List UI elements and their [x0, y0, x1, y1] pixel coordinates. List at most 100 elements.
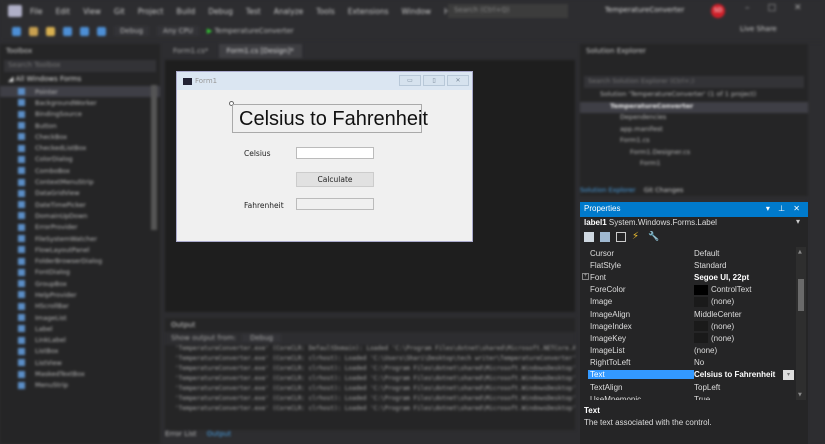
toolbox-scrollbar[interactable]: [151, 85, 157, 230]
scroll-down-icon[interactable]: ▼: [798, 392, 802, 398]
toolbox-item[interactable]: DomainUpDown: [0, 210, 160, 221]
tree-form1-class[interactable]: Form1: [580, 159, 808, 171]
property-row[interactable]: ImageKey(none): [580, 332, 796, 344]
property-row[interactable]: TextCelsius to Fahrenheit▾: [580, 369, 796, 381]
property-value[interactable]: MiddleCenter: [694, 310, 742, 319]
toolbox-item[interactable]: MaskedTextBox: [0, 368, 160, 379]
toolbox-item[interactable]: CheckBox: [0, 131, 160, 142]
toolbox-item[interactable]: ListView: [0, 357, 160, 368]
panel-controls[interactable]: ▾ ⊥ ✕: [766, 204, 803, 213]
property-row[interactable]: +FontSegoe UI, 22pt: [580, 271, 796, 283]
tab-form1-design[interactable]: Form1.cs [Design]*: [219, 44, 302, 58]
property-row[interactable]: ImageList(none): [580, 345, 796, 357]
menu-build[interactable]: Build: [176, 7, 195, 16]
close-button[interactable]: ✕: [447, 75, 469, 86]
property-pages-icon[interactable]: [616, 232, 626, 242]
maximize-button[interactable]: ▯: [423, 75, 445, 86]
property-value[interactable]: True: [694, 395, 710, 400]
property-row[interactable]: Image(none): [580, 296, 796, 308]
tab-git-changes[interactable]: Git Changes: [644, 186, 684, 194]
property-row[interactable]: CursorDefault: [580, 247, 796, 259]
toolbox-item[interactable]: ErrorProvider: [0, 222, 160, 233]
fahrenheit-output[interactable]: [296, 198, 374, 210]
menu-test[interactable]: Test: [246, 7, 261, 16]
property-value[interactable]: No: [694, 358, 704, 367]
toolbox-item[interactable]: CheckedListBox: [0, 142, 160, 153]
toolbox-group[interactable]: ◢ All Windows Forms: [0, 74, 160, 86]
alphabetical-icon[interactable]: [600, 232, 610, 242]
configuration-dropdown[interactable]: Debug: [114, 26, 149, 36]
tree-solution[interactable]: Solution 'TemperatureConverter' (1 of 1 …: [580, 90, 808, 102]
avatar[interactable]: SD: [711, 4, 725, 18]
run-button[interactable]: ▶ TemperatureConverter: [207, 27, 294, 35]
back-icon[interactable]: [12, 27, 21, 36]
menu-analyze[interactable]: Analyze: [274, 7, 304, 16]
events-lightning-icon[interactable]: ⚡: [632, 232, 642, 242]
new-project-icon[interactable]: [29, 27, 38, 36]
toolbox-item[interactable]: LinkLabel: [0, 335, 160, 346]
toolbox-item[interactable]: Pointer: [0, 86, 160, 97]
save-all-icon[interactable]: [80, 27, 89, 36]
property-row[interactable]: RightToLeftNo: [580, 357, 796, 369]
toolbox-item[interactable]: Button: [0, 120, 160, 131]
tab-form1-cs[interactable]: Form1.cs*: [165, 44, 216, 58]
menu-file[interactable]: File: [30, 7, 43, 16]
minimize-button[interactable]: ▭: [399, 75, 421, 86]
dropdown-arrow-icon[interactable]: ▾: [783, 370, 794, 380]
tab-output[interactable]: Output: [207, 430, 231, 438]
tree-dependencies[interactable]: Dependencies: [580, 113, 808, 125]
live-share-button[interactable]: Live Share: [740, 25, 777, 33]
toolbox-item[interactable]: GroupBox: [0, 278, 160, 289]
toolbox-item[interactable]: DataGridView: [0, 188, 160, 199]
scrollbar-thumb[interactable]: [798, 279, 804, 311]
toolbox-item[interactable]: FlowLayoutPanel: [0, 244, 160, 255]
toolbox-item[interactable]: ListBox: [0, 346, 160, 357]
fahrenheit-label[interactable]: Fahrenheit: [244, 201, 284, 210]
search-input[interactable]: Search (Ctrl+Q): [448, 4, 568, 18]
property-value[interactable]: ControlText: [694, 285, 751, 295]
property-row[interactable]: ImageAlignMiddleCenter: [580, 308, 796, 320]
property-grid-scrollbar[interactable]: ▲ ▼: [796, 247, 806, 400]
property-row[interactable]: TextAlignTopLeft: [580, 381, 796, 393]
toolbox-item[interactable]: FileSystemWatcher: [0, 233, 160, 244]
property-value[interactable]: TopLeft: [694, 383, 720, 392]
save-icon[interactable]: [63, 27, 72, 36]
toolbox-item[interactable]: FolderBrowserDialog: [0, 255, 160, 266]
calculate-button[interactable]: Calculate: [296, 172, 374, 187]
toolbox-item[interactable]: DateTimePicker: [0, 199, 160, 210]
property-value[interactable]: Segoe UI, 22pt: [694, 273, 749, 282]
toolbox-item[interactable]: ColorDialog: [0, 154, 160, 165]
wrench-icon[interactable]: 🔧: [648, 232, 658, 242]
property-row[interactable]: ImageIndex(none): [580, 320, 796, 332]
menu-tools[interactable]: Tools: [316, 7, 334, 16]
window-controls[interactable]: –□✕: [745, 3, 820, 13]
menu-window[interactable]: Window: [401, 7, 431, 16]
menu-git[interactable]: Git: [114, 7, 125, 16]
tree-app-manifest[interactable]: app.manifest: [580, 125, 808, 137]
toolbox-item[interactable]: HelpProvider: [0, 289, 160, 300]
property-row[interactable]: ForeColorControlText: [580, 284, 796, 296]
tree-form1-cs[interactable]: Form1.cs: [580, 136, 808, 148]
property-value[interactable]: Default: [694, 249, 719, 258]
menu-edit[interactable]: Edit: [56, 7, 71, 16]
property-row[interactable]: UseMnemonicTrue: [580, 393, 796, 400]
toolbox-item[interactable]: Label: [0, 323, 160, 334]
property-value[interactable]: (none): [694, 297, 734, 307]
toolbox-item[interactable]: ContextMenuStrip: [0, 176, 160, 187]
output-source-dropdown[interactable]: Debug: [242, 334, 281, 342]
toolbox-item[interactable]: FontDialog: [0, 267, 160, 278]
platform-dropdown[interactable]: Any CPU: [157, 26, 199, 36]
solution-search-input[interactable]: Search Solution Explorer (Ctrl+;): [584, 76, 804, 88]
property-value[interactable]: Standard: [694, 261, 726, 270]
menu-debug[interactable]: Debug: [208, 7, 233, 16]
tree-project[interactable]: TemperatureConverter: [580, 102, 808, 114]
menu-project[interactable]: Project: [138, 7, 164, 16]
categorized-icon[interactable]: [584, 232, 594, 242]
celsius-input[interactable]: [296, 147, 374, 159]
object-selector[interactable]: label1 System.Windows.Forms.Label ▾: [580, 217, 808, 229]
toolbox-item[interactable]: BindingSource: [0, 109, 160, 120]
property-value[interactable]: Celsius to Fahrenheit: [694, 370, 775, 379]
scroll-up-icon[interactable]: ▲: [798, 249, 802, 255]
celsius-label[interactable]: Celsius: [244, 149, 271, 158]
menu-view[interactable]: View: [83, 7, 101, 16]
